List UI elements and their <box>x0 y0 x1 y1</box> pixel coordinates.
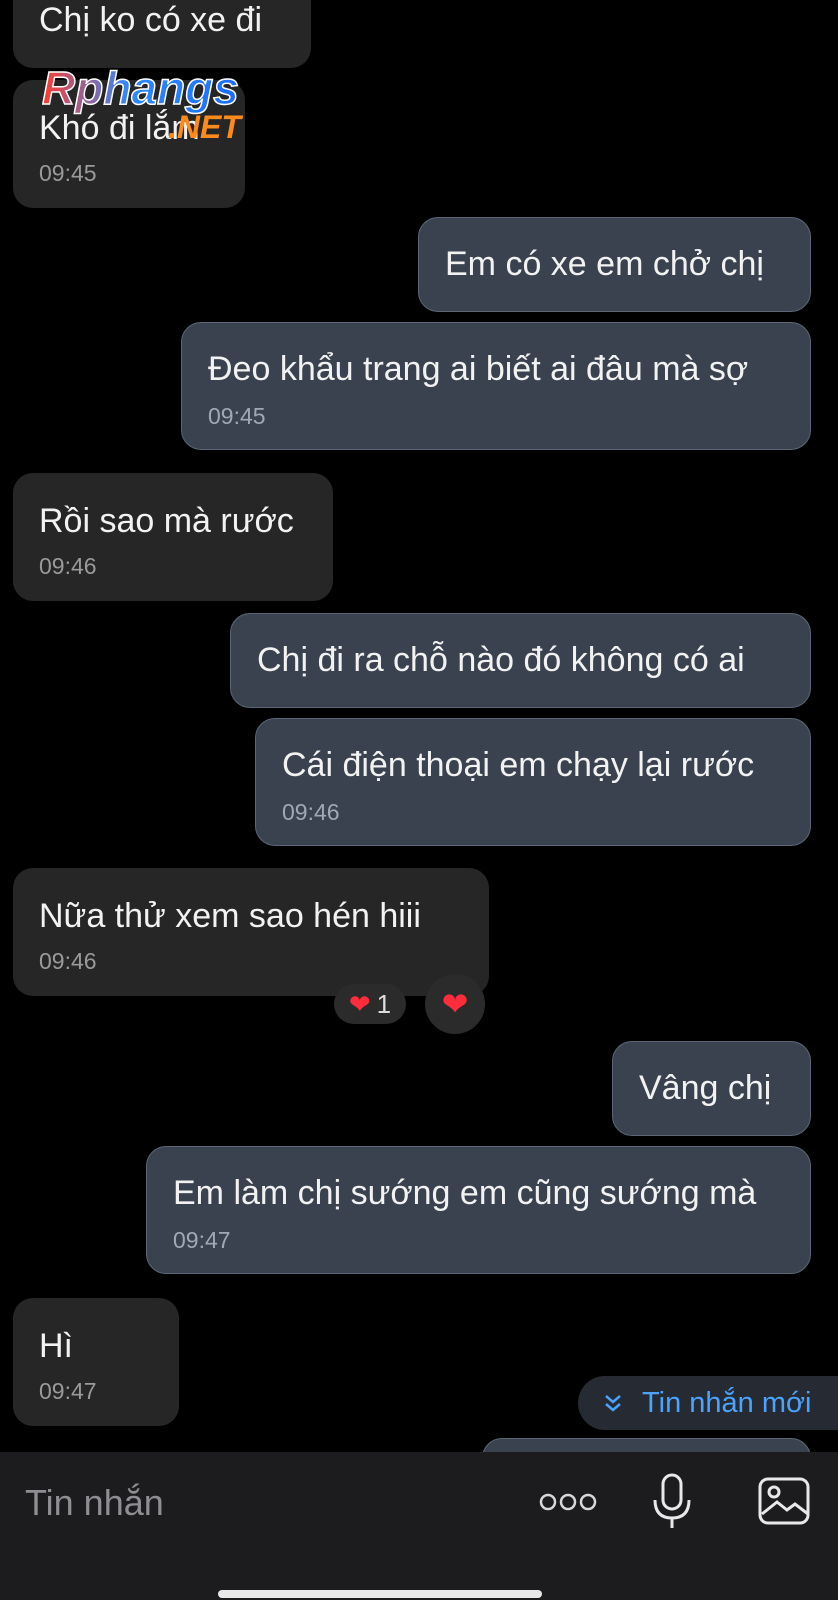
heart-icon: ❤ <box>348 988 371 1019</box>
message-text: Chị đi ra chỗ nào đó không có ai <box>257 641 745 679</box>
more-icon[interactable] <box>538 1490 598 1514</box>
message-bubble-incoming[interactable]: Rồi sao mà rước 09:46 <box>13 473 333 601</box>
message-time: 09:45 <box>39 160 97 186</box>
home-indicator <box>218 1590 542 1598</box>
new-messages-button[interactable]: Tin nhắn mới <box>578 1376 838 1430</box>
double-chevron-down-icon <box>605 1395 621 1412</box>
heart-icon: ❤ <box>441 986 469 1022</box>
reaction-count: 1 <box>376 988 392 1019</box>
image-icon[interactable] <box>757 1476 811 1526</box>
message-time: 09:46 <box>282 799 340 825</box>
reaction-summary[interactable]: ❤ 1 <box>334 984 406 1024</box>
message-text: Nữa thử xem sao hén hiii <box>39 897 421 935</box>
new-messages-label: Tin nhắn mới <box>642 1386 812 1419</box>
message-text: Vâng chị <box>639 1069 772 1107</box>
message-input[interactable]: Tin nhắn <box>25 1482 164 1524</box>
composer-bar: Tin nhắn <box>0 1452 838 1600</box>
message-time: 09:47 <box>173 1227 231 1253</box>
message-text: Rồi sao mà rước <box>39 502 294 540</box>
message-bubble-outgoing[interactable]: Em có xe em chở chị <box>418 217 811 312</box>
message-time: 09:46 <box>39 553 97 579</box>
message-time: 09:45 <box>208 403 266 429</box>
watermark-logo: Rphangs .NET <box>42 61 243 145</box>
message-bubble-outgoing[interactable]: Cái điện thoại em chạy lại rước 09:46 <box>255 718 811 846</box>
message-time: 09:47 <box>39 1378 97 1404</box>
react-heart-button[interactable]: ❤ <box>425 974 485 1034</box>
svg-text:.NET: .NET <box>168 109 243 145</box>
svg-text:Rphangs: Rphangs <box>42 62 239 114</box>
message-text: Hì <box>39 1327 73 1365</box>
message-bubble-outgoing[interactable]: Em làm chị sướng em cũng sướng mà 09:47 <box>146 1146 811 1274</box>
message-text: Chị ko có xe đi <box>39 1 262 39</box>
message-bubble-incoming[interactable]: Chị ko có xe đi <box>13 0 311 68</box>
message-text: Cái điện thoại em chạy lại rước <box>282 746 755 784</box>
microphone-icon[interactable] <box>650 1472 694 1530</box>
message-bubble-incoming[interactable]: Hì 09:47 <box>13 1298 179 1426</box>
message-bubble-outgoing[interactable]: Vâng chị <box>612 1041 811 1136</box>
message-time: 09:46 <box>39 948 97 974</box>
message-text: Em làm chị sướng em cũng sướng mà <box>173 1174 757 1212</box>
message-text: Đeo khẩu trang ai biết ai đâu mà sợ <box>208 350 749 388</box>
message-bubble-outgoing[interactable]: Chị đi ra chỗ nào đó không có ai <box>230 613 811 708</box>
message-bubble-incoming[interactable]: Nữa thử xem sao hén hiii 09:46 <box>13 868 489 996</box>
message-bubble-outgoing[interactable]: Đeo khẩu trang ai biết ai đâu mà sợ 09:4… <box>181 322 811 450</box>
message-text: Em có xe em chở chị <box>445 245 764 283</box>
